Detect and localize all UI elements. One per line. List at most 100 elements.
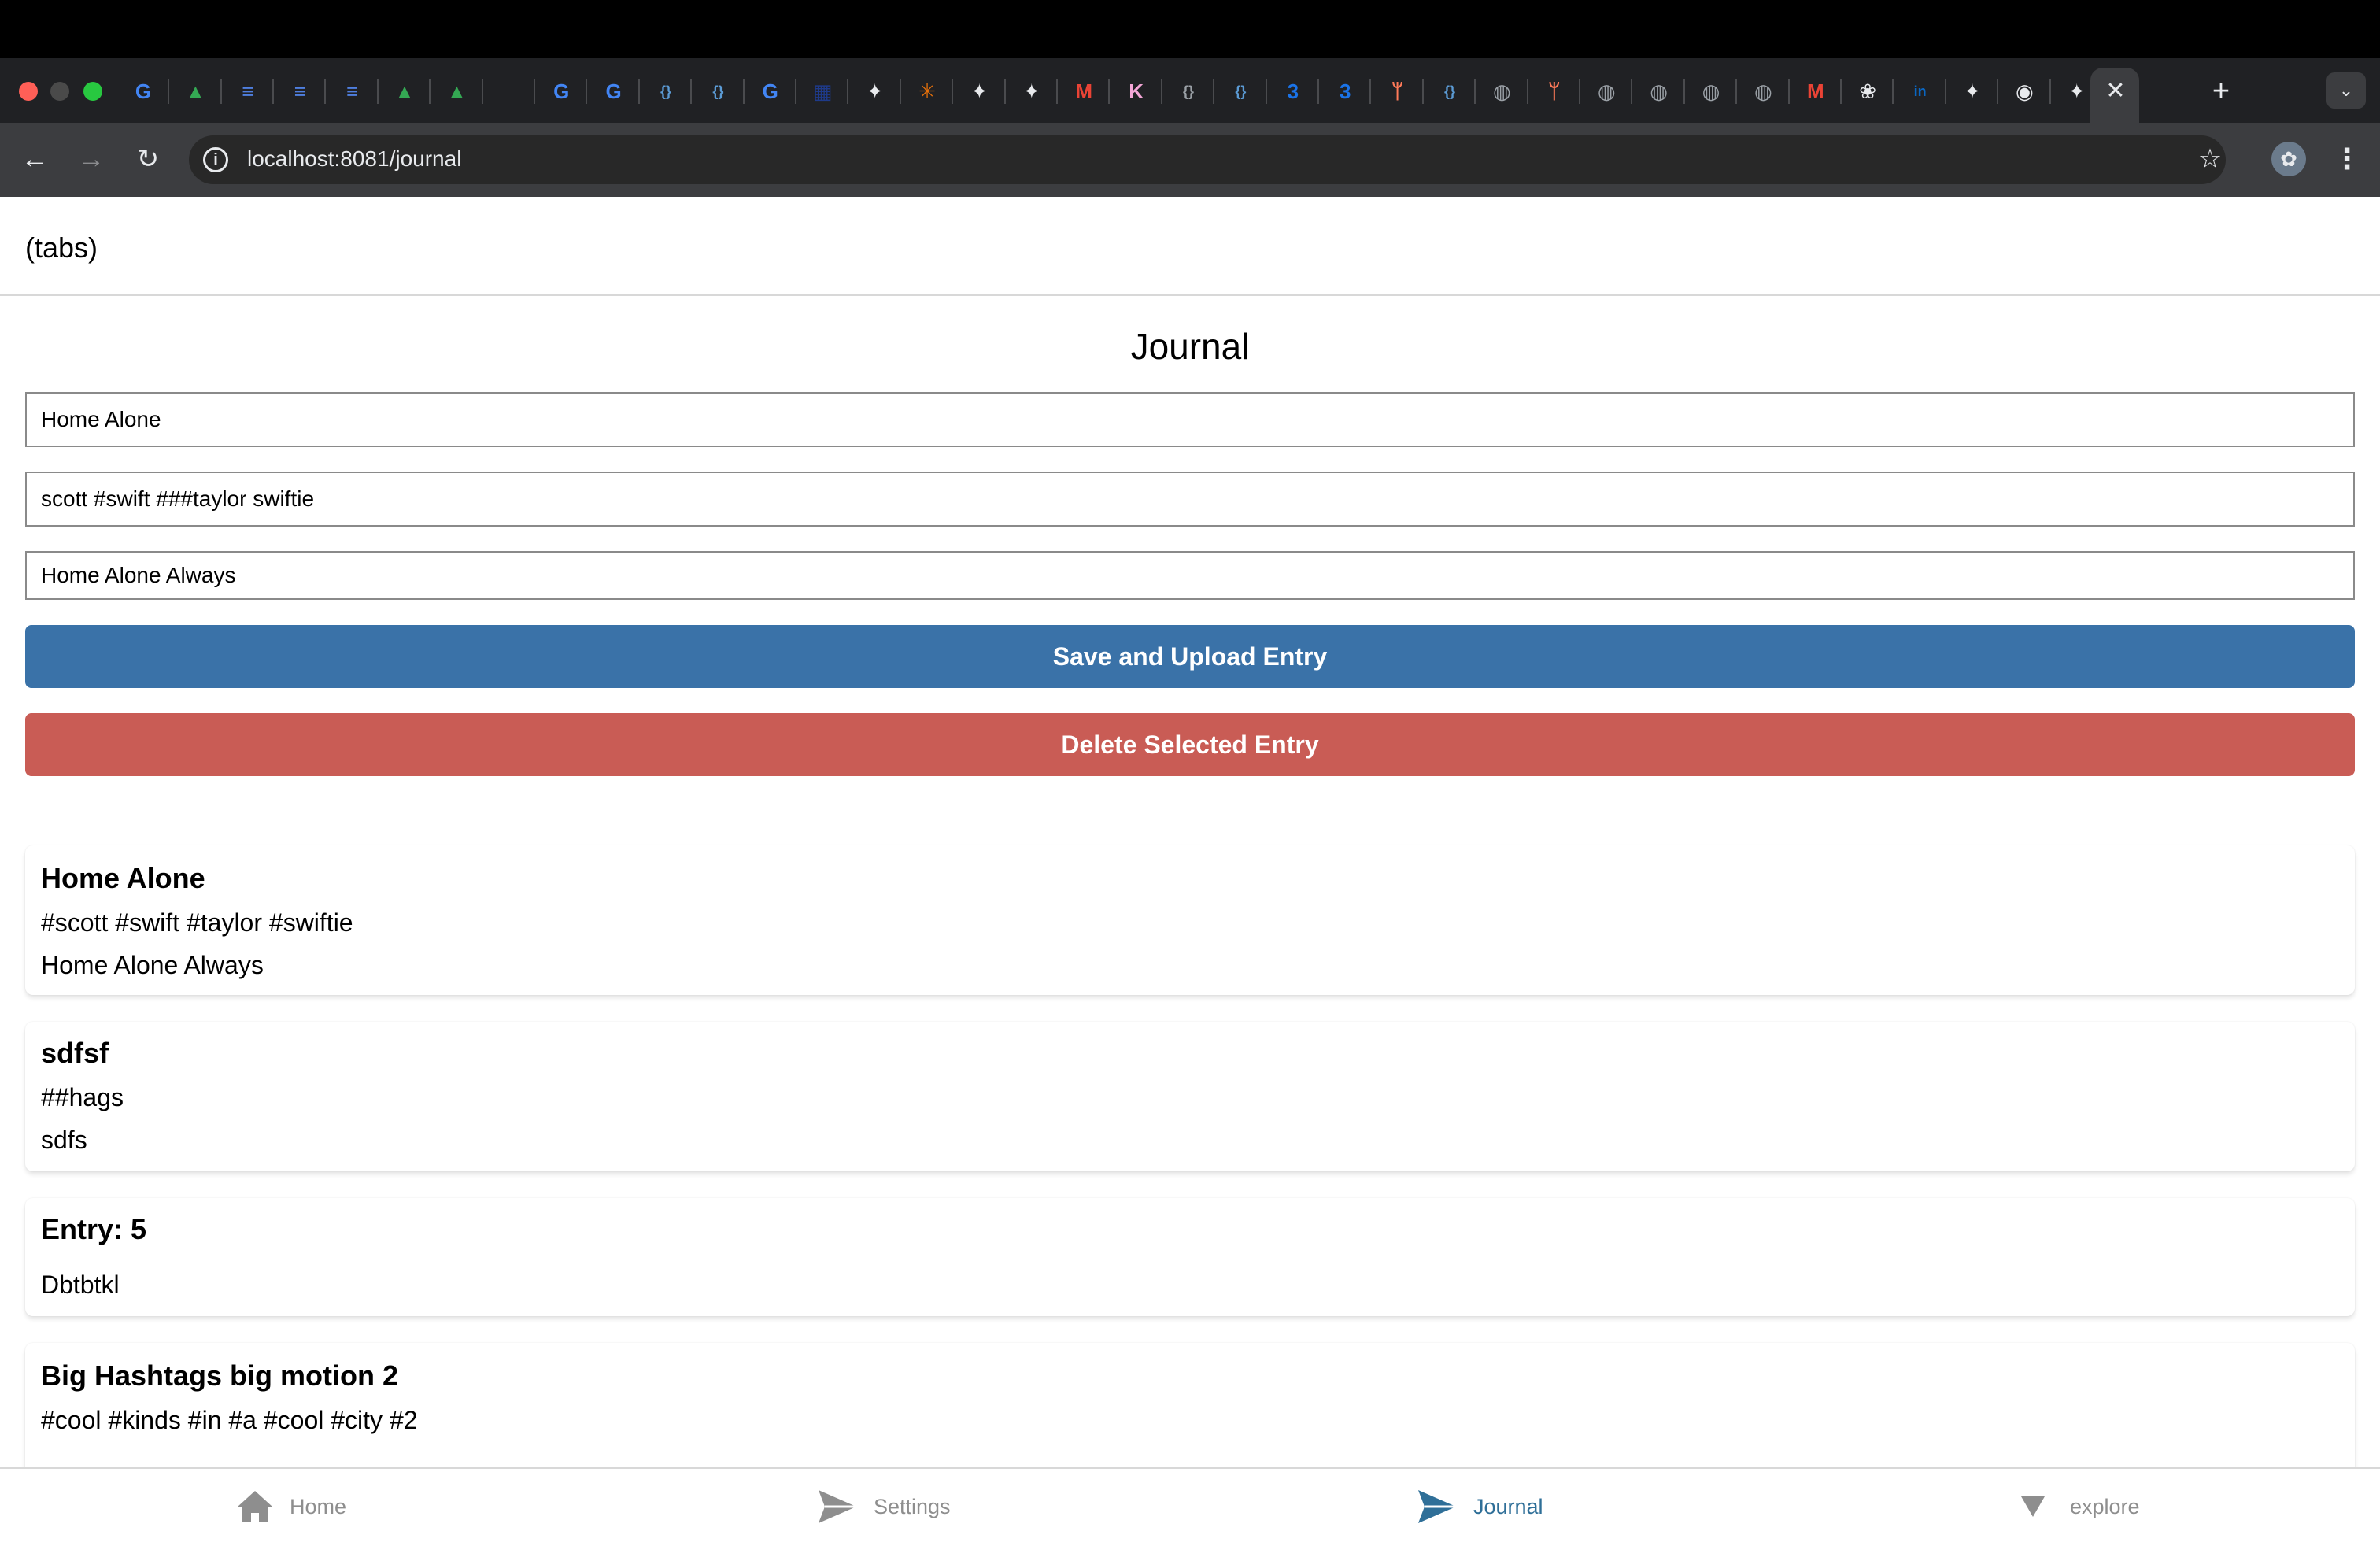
tab-explore[interactable]: explore	[2020, 1483, 2140, 1530]
forward-arrow-icon[interactable]: →	[74, 142, 109, 176]
tab-separator	[742, 79, 745, 104]
tab-favicon[interactable]: M	[1070, 77, 1098, 105]
tab-separator	[1265, 79, 1267, 104]
tab-search-button[interactable]: ⌄	[2326, 72, 2366, 109]
tab-favicon[interactable]: K	[1122, 77, 1151, 105]
tab-separator	[1892, 79, 1894, 104]
save-upload-button[interactable]: Save and Upload Entry	[25, 625, 2355, 688]
tab-separator	[847, 79, 849, 104]
browser-menu-icon[interactable]: ⋮	[2330, 142, 2364, 176]
tab-favicon[interactable]: ≡	[234, 77, 262, 105]
minimize-window-button[interactable]	[50, 82, 69, 101]
close-window-button[interactable]	[19, 82, 38, 101]
tab-separator	[324, 79, 327, 104]
entry-tags: #cool #kinds #in #a #cool #city #2	[41, 1406, 418, 1434]
tab-favicon[interactable]: ≡	[286, 77, 314, 105]
entry-title: Entry: 5	[41, 1213, 147, 1245]
tab-favicon[interactable]: in	[1906, 77, 1935, 105]
tab-separator	[1997, 79, 1999, 104]
tab-favicon[interactable]: {}	[704, 77, 732, 105]
tab-settings[interactable]: Settings	[817, 1483, 951, 1530]
tab-separator	[690, 79, 693, 104]
tab-separator	[1003, 79, 1006, 104]
tab-favicon[interactable]: ◉	[2010, 77, 2038, 105]
tab-favicon[interactable]: G	[600, 77, 628, 105]
back-arrow-icon[interactable]: ←	[17, 142, 52, 176]
journal-entry-card[interactable]: sdfsf ##hags sdfs	[25, 1022, 2355, 1171]
tab-separator	[638, 79, 640, 104]
tab-favicon[interactable]: ◍	[1592, 77, 1621, 105]
tab-favicon[interactable]: G	[129, 77, 157, 105]
entry-title-input[interactable]	[25, 392, 2355, 447]
tab-separator	[220, 79, 222, 104]
tab-favicon[interactable]: ▲	[442, 77, 471, 105]
profile-avatar[interactable]: ✿	[2271, 142, 2306, 176]
tab-favicon[interactable]: ≡	[338, 77, 367, 105]
tab-separator	[1631, 79, 1633, 104]
entry-body-input[interactable]	[25, 551, 2355, 600]
window-top-bar	[0, 0, 2380, 58]
tab-favicon[interactable]: ᛘ	[1384, 77, 1412, 105]
bookmark-star-icon[interactable]: ☆	[2193, 142, 2227, 176]
tab-favicon[interactable]: 3	[1331, 77, 1359, 105]
site-info-icon[interactable]: i	[203, 147, 228, 172]
tab-favicon[interactable]: ✦	[965, 77, 993, 105]
tab-favicon[interactable]: ◍	[1488, 77, 1516, 105]
tab-favicon[interactable]: ▲	[181, 77, 209, 105]
tab-favicon[interactable]: ❀	[1853, 77, 1882, 105]
journal-entry-card[interactable]: Big Hashtags big motion 2 #cool #kinds #…	[25, 1343, 2355, 1477]
journal-entry-card[interactable]: Entry: 5 Dbtbtkl	[25, 1198, 2355, 1316]
tab-favicon[interactable]: 3	[1279, 77, 1307, 105]
tab-separator	[1735, 79, 1738, 104]
entry-title: sdfsf	[41, 1037, 109, 1069]
tab-favicon[interactable]: ◍	[1749, 77, 1777, 105]
triangle-down-icon	[2021, 1496, 2045, 1517]
tab-separator	[795, 79, 796, 104]
url-text[interactable]: localhost:8081/journal	[247, 145, 461, 173]
tab-favicon[interactable]: ▦	[808, 77, 837, 105]
delete-entry-button[interactable]: Delete Selected Entry	[25, 713, 2355, 776]
maximize-window-button[interactable]	[83, 82, 102, 101]
tab-favicon[interactable]: ✦	[2063, 77, 2091, 105]
tab-favicon[interactable]: {}	[1174, 77, 1203, 105]
tab-separator	[1160, 79, 1162, 104]
tab-separator	[1108, 79, 1111, 104]
tab-favicon[interactable]: ✦	[1018, 77, 1046, 105]
tab-favicon[interactable]: ◍	[1645, 77, 1673, 105]
tab-favicon[interactable]: M	[1802, 77, 1830, 105]
tab-separator	[1526, 79, 1528, 104]
close-tab-icon[interactable]: ✕	[2100, 76, 2131, 107]
entry-body: Dbtbtkl	[41, 1270, 120, 1299]
entry-tags-input[interactable]	[25, 472, 2355, 527]
tab-separator	[1213, 79, 1215, 104]
tab-favicon[interactable]	[495, 77, 523, 105]
tab-separator	[1318, 79, 1319, 104]
tab-favicon[interactable]: ▲	[390, 77, 419, 105]
app-header-title: (tabs)	[25, 231, 98, 264]
tab-favicon[interactable]: G	[547, 77, 575, 105]
tab-favicon[interactable]: ✳	[913, 77, 941, 105]
tab-favicon[interactable]: ᛘ	[1540, 77, 1569, 105]
tab-favicon[interactable]: G	[756, 77, 785, 105]
tab-separator	[899, 79, 901, 104]
address-bar[interactable]	[189, 135, 2226, 184]
reload-icon[interactable]: ↻	[131, 142, 165, 176]
tab-separator	[952, 79, 954, 104]
new-tab-button[interactable]: +	[2204, 74, 2238, 109]
tab-explore-label: explore	[2070, 1494, 2140, 1518]
journal-entry-card[interactable]: Home Alone #scott #swift #taylor #swifti…	[25, 845, 2355, 995]
tab-separator	[1787, 79, 1790, 104]
tab-favicon[interactable]: {}	[1436, 77, 1464, 105]
tab-favicon[interactable]: {}	[1226, 77, 1255, 105]
tab-separator	[2049, 79, 2051, 104]
tab-journal[interactable]: Journal	[1417, 1483, 1543, 1530]
tab-favicon[interactable]: {}	[652, 77, 680, 105]
tab-favicon[interactable]: ✦	[861, 77, 889, 105]
tab-home[interactable]: Home	[236, 1483, 346, 1530]
tab-separator	[1579, 79, 1580, 104]
tab-home-label: Home	[290, 1494, 347, 1518]
tab-separator	[168, 79, 170, 104]
tab-favicon[interactable]: ◍	[1697, 77, 1725, 105]
home-icon	[238, 1491, 272, 1522]
tab-favicon[interactable]: ✦	[1958, 77, 1986, 105]
